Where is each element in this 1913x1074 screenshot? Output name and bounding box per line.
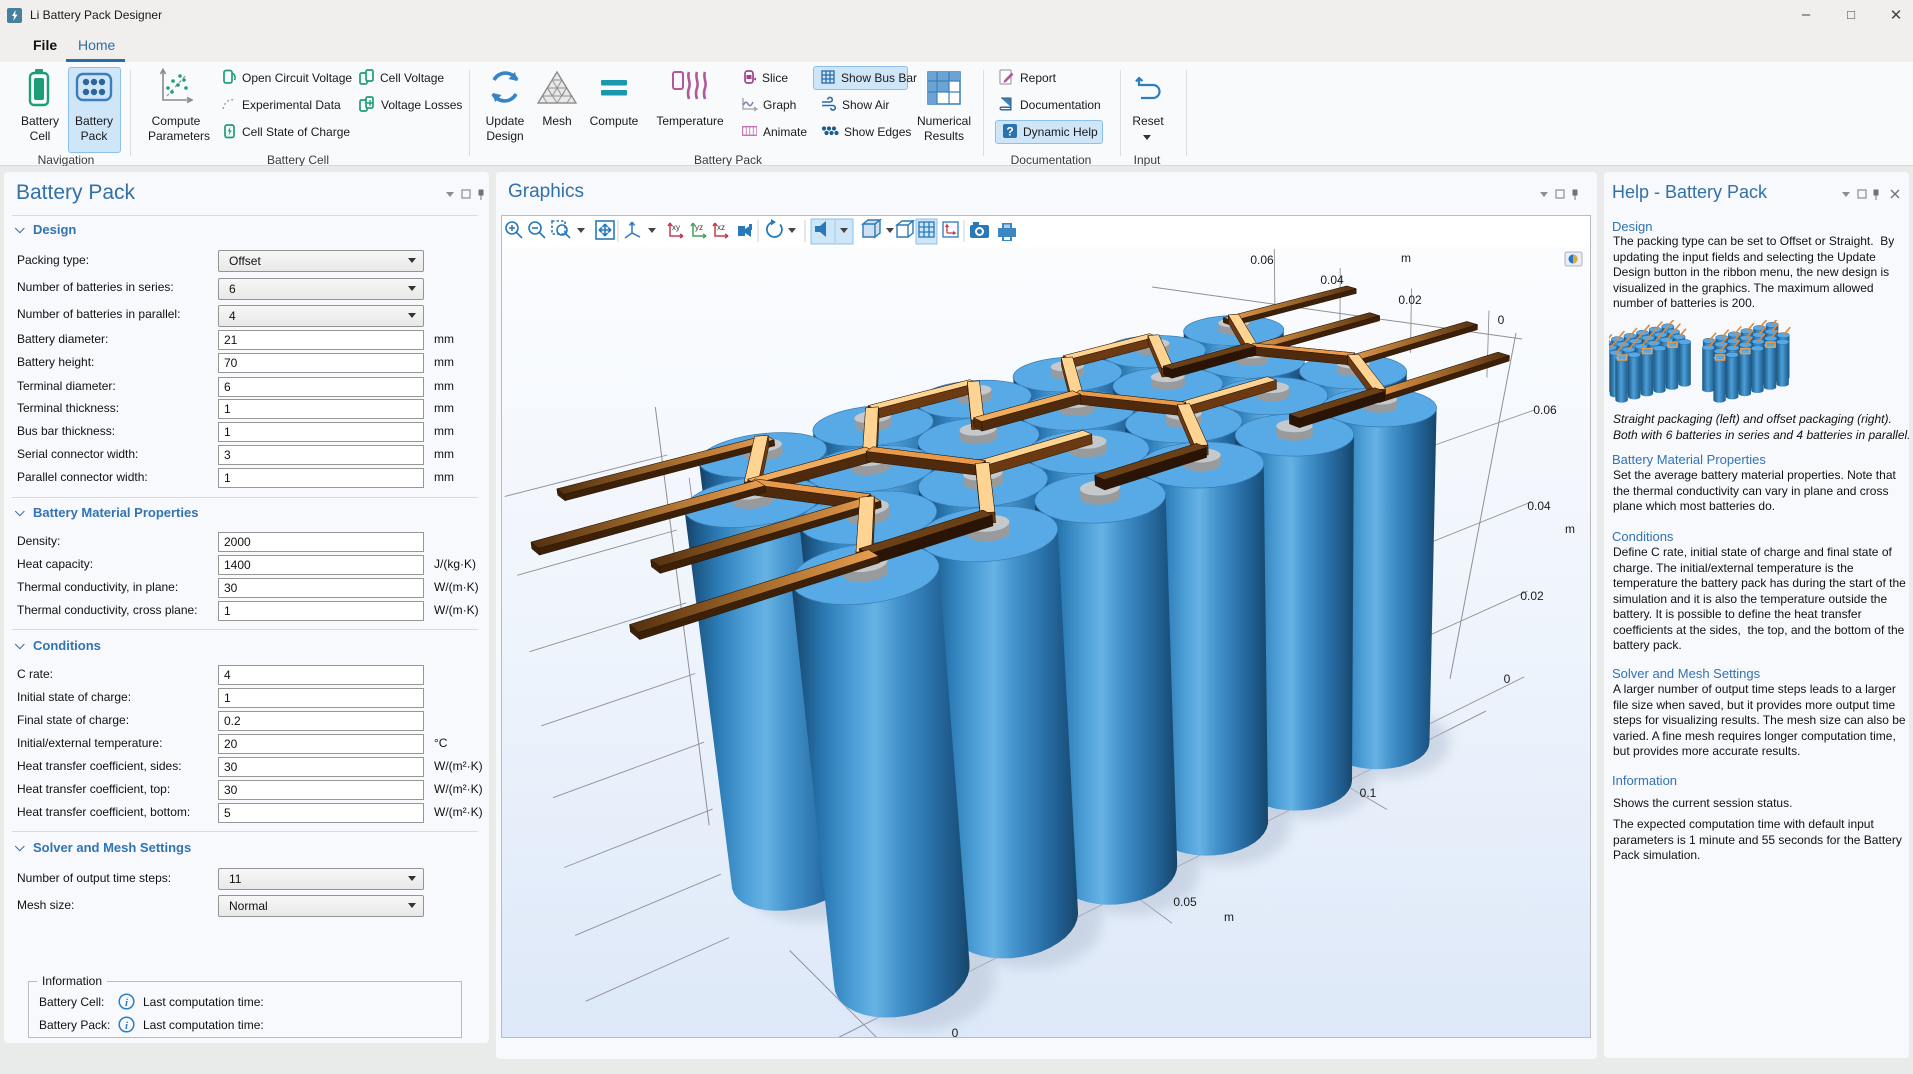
svg-text:0.04: 0.04 xyxy=(1320,273,1344,287)
svg-text:i: i xyxy=(125,1020,129,1032)
svg-text:?: ? xyxy=(1006,125,1013,139)
svg-text:xz: xz xyxy=(717,223,725,232)
svg-text:i: i xyxy=(125,997,129,1009)
svg-text:0.06: 0.06 xyxy=(1533,403,1557,417)
svg-text:0.02: 0.02 xyxy=(1520,589,1544,603)
svg-text:0: 0 xyxy=(1504,672,1511,686)
svg-text:0.05: 0.05 xyxy=(1173,895,1197,909)
svg-text:0: 0 xyxy=(952,1026,959,1037)
svg-text:m: m xyxy=(1401,251,1411,265)
svg-text:0.1: 0.1 xyxy=(1360,786,1377,800)
svg-text:m: m xyxy=(1224,910,1234,924)
svg-text:0: 0 xyxy=(1498,313,1505,327)
svg-text:0.06: 0.06 xyxy=(1250,253,1274,267)
svg-text:m: m xyxy=(1565,522,1575,536)
svg-text:yz: yz xyxy=(695,223,703,232)
svg-text:xy: xy xyxy=(672,223,680,232)
svg-text:0.02: 0.02 xyxy=(1398,293,1422,307)
svg-text:0.04: 0.04 xyxy=(1527,499,1551,513)
